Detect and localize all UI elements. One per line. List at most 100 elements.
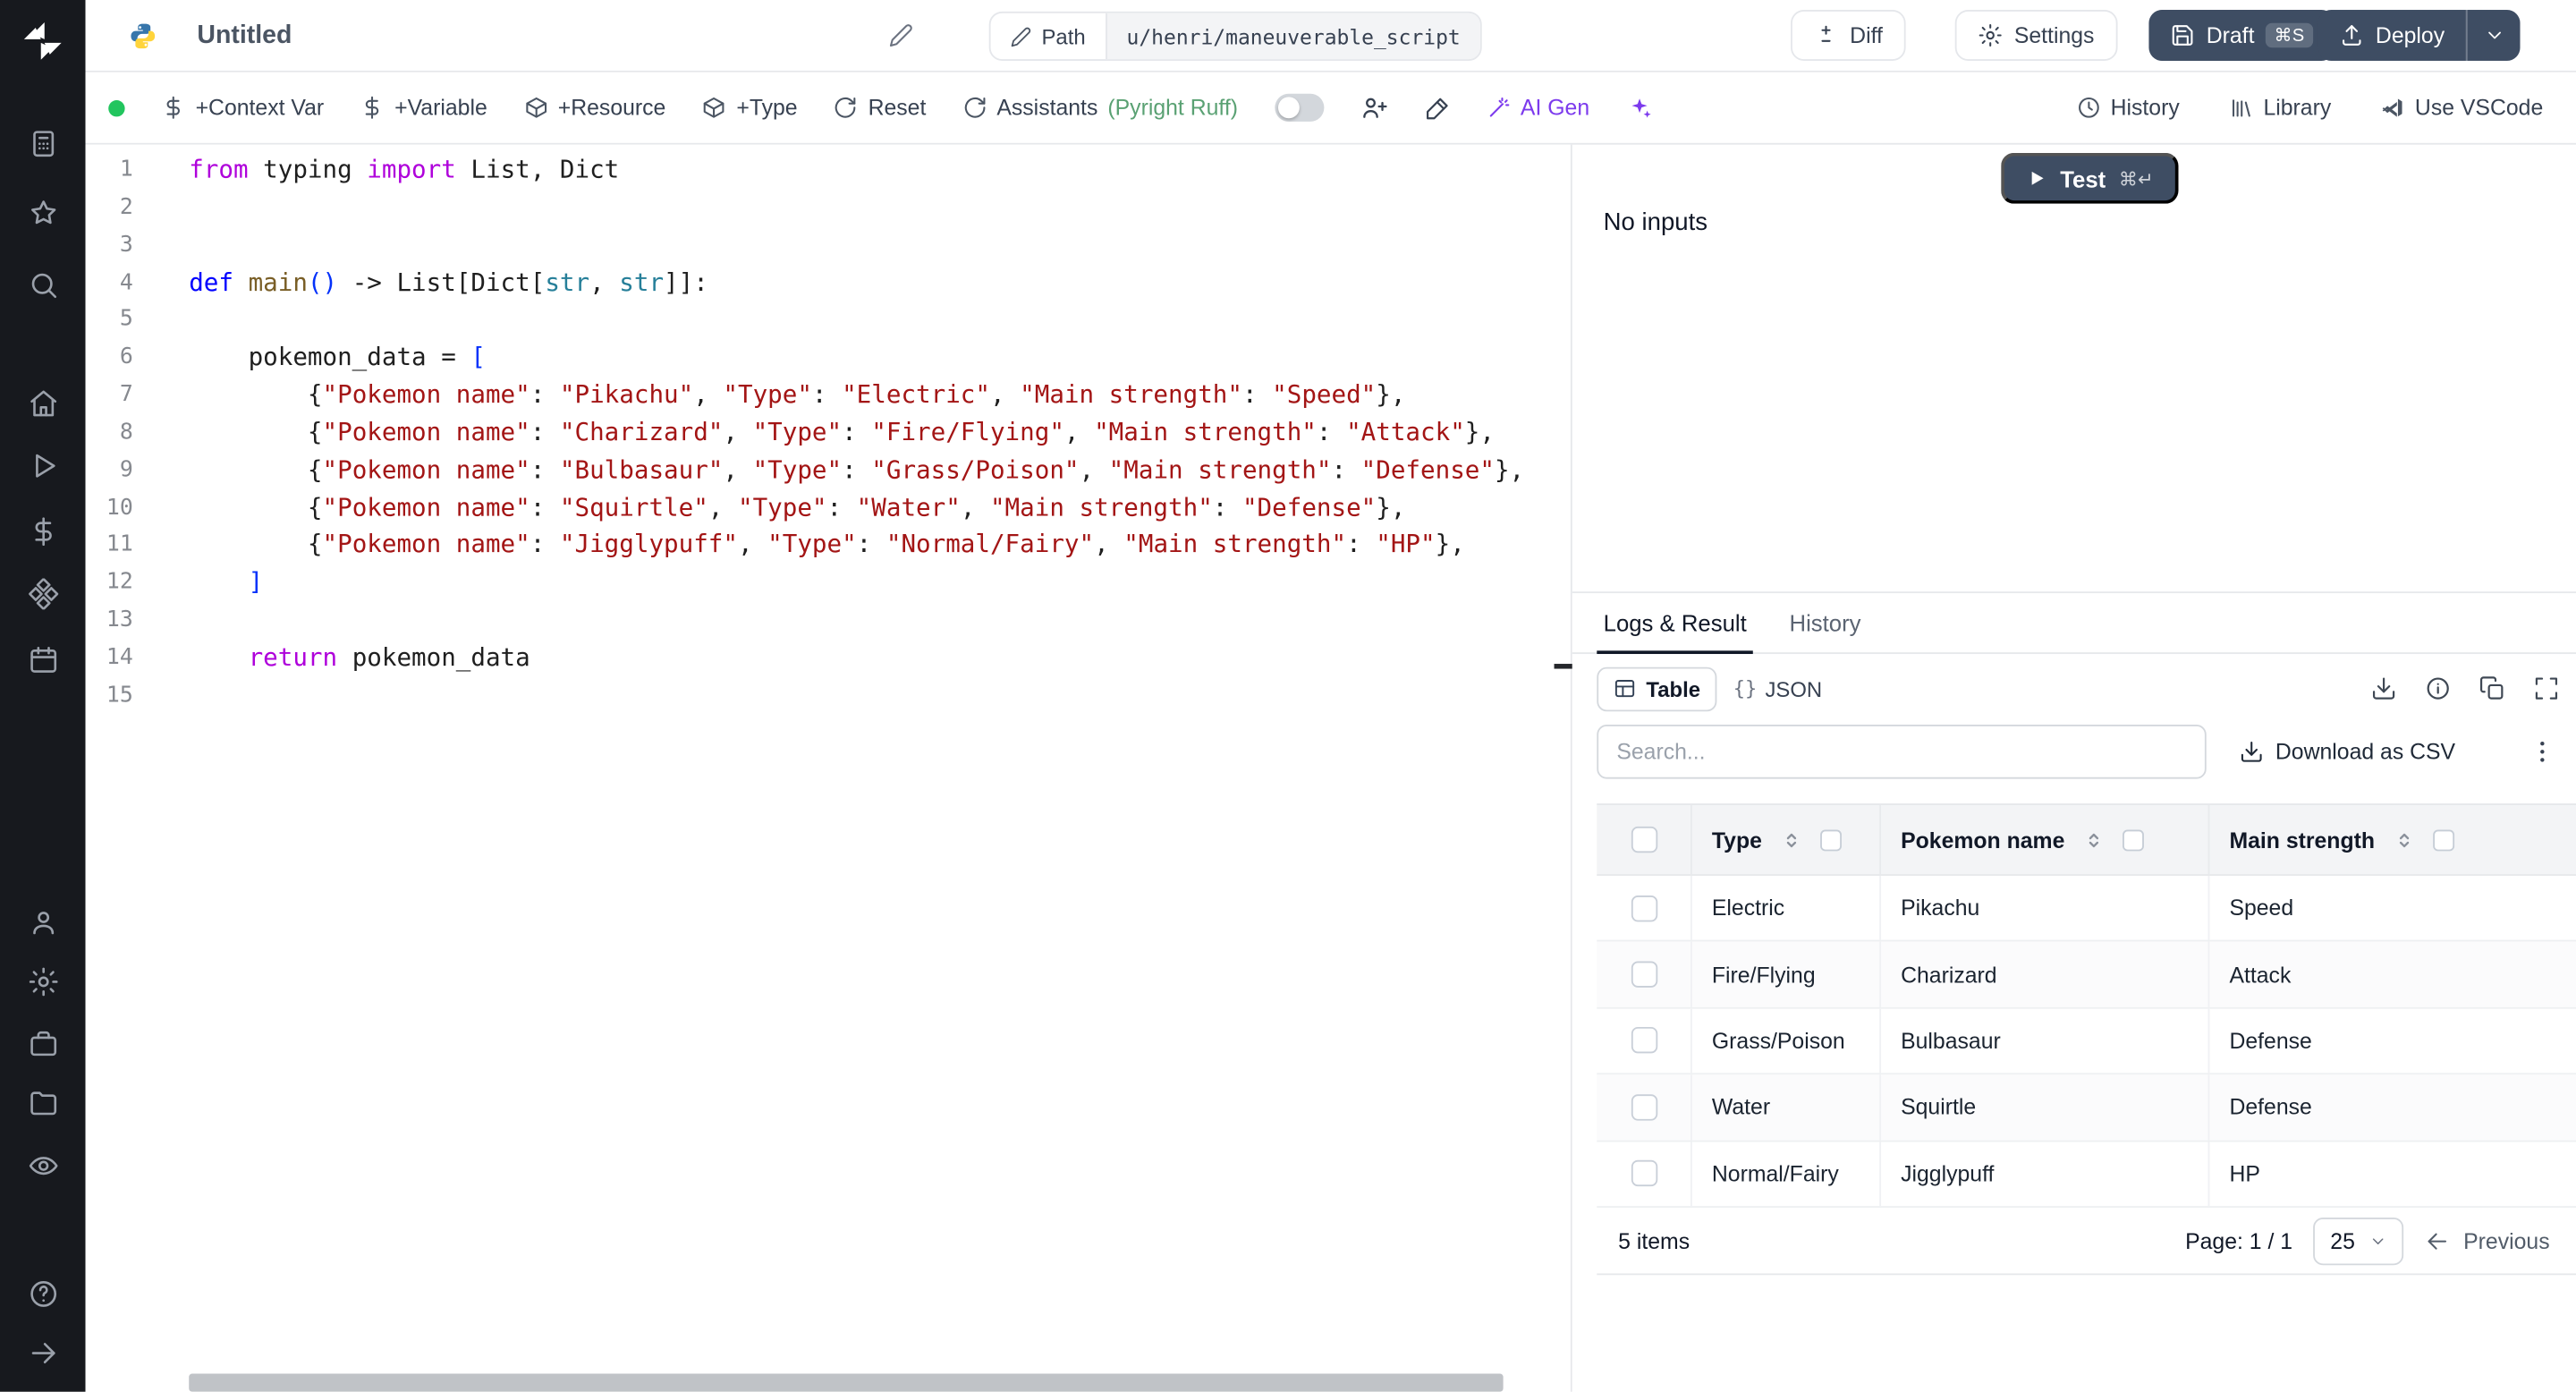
result-table: Type Pokemon name Main strength Electric… (1597, 803, 2576, 1208)
use-vscode-label: Use VSCode (2414, 95, 2544, 121)
sparkles-icon[interactable] (1626, 95, 1652, 121)
line-number: 3 (119, 231, 133, 258)
library-button[interactable]: Library (2229, 96, 2331, 120)
path-value[interactable]: u/henri/maneuverable_script (1105, 13, 1480, 60)
sidebar-item-user-icon[interactable] (27, 907, 58, 938)
row-checkbox-cell (1597, 1141, 1692, 1207)
filter-checkbox[interactable] (1819, 828, 1842, 851)
view-json-button[interactable]: {} JSON (1716, 666, 1838, 711)
download-result-icon[interactable] (2370, 675, 2396, 701)
sidebar-item-home-icon[interactable] (27, 387, 58, 419)
code-line[interactable]: 4 def main() -> List[Dict[str, str]]: (86, 264, 1571, 301)
deploy-menu-button[interactable] (2465, 10, 2521, 61)
expand-icon[interactable] (2533, 675, 2559, 701)
code-line[interactable]: 7 {"Pokemon name": "Pikachu", "Type": "E… (86, 377, 1571, 414)
row-checkbox[interactable] (1630, 895, 1657, 921)
sidebar-item-flows-icon[interactable] (27, 450, 58, 481)
row-checkbox[interactable] (1630, 1027, 1657, 1055)
script-title: Untitled (197, 21, 292, 50)
horizontal-scrollbar[interactable] (189, 1373, 1504, 1392)
select-all-checkbox[interactable] (1630, 826, 1657, 853)
save-icon (2170, 23, 2195, 48)
code-line[interactable]: 1 from typing import List, Dict (86, 151, 1571, 189)
reset-button[interactable]: Reset (834, 96, 926, 120)
add-type-button[interactable]: +Type (702, 96, 798, 121)
filter-checkbox[interactable] (2432, 828, 2454, 851)
copy-result-icon[interactable] (2479, 675, 2505, 701)
sidebar-item-search-icon[interactable] (27, 269, 58, 301)
history-button[interactable]: History (2076, 96, 2180, 120)
row-checkbox[interactable] (1630, 1094, 1657, 1121)
code-line[interactable]: 12 ] (86, 564, 1571, 602)
add-resource-button[interactable]: +Resource (523, 96, 665, 120)
page-size-select[interactable]: 25 (2313, 1217, 2404, 1265)
tab-logs-result[interactable]: Logs & Result (1597, 593, 1754, 655)
sidebar-item-settings-icon[interactable] (27, 966, 58, 997)
row-checkbox[interactable] (1630, 1160, 1657, 1187)
column-header-type[interactable]: Type (1692, 804, 1882, 875)
sort-icon[interactable] (2083, 829, 2105, 851)
view-table-button[interactable]: Table (1597, 666, 1717, 711)
column-header-pokemon-name[interactable]: Pokemon name (1881, 804, 2210, 875)
format-code-icon[interactable] (1424, 95, 1450, 121)
table-row: Water Squirtle Defense (1597, 1074, 2576, 1142)
info-icon[interactable] (2425, 675, 2451, 701)
top-header: Untitled Path u/henri/maneuverable_scrip… (85, 0, 2576, 72)
sidebar-item-audit-icon[interactable] (27, 1150, 58, 1182)
column-header-main-strength[interactable]: Main strength (2209, 805, 2576, 874)
assistants-button[interactable]: Assistants (Pyright Ruff) (962, 96, 1238, 120)
filter-checkbox[interactable] (2122, 828, 2144, 851)
code-line[interactable]: 3 (86, 226, 1571, 264)
sidebar (0, 0, 86, 1392)
sidebar-item-runs-icon[interactable] (27, 128, 58, 159)
sidebar-item-folders-icon[interactable] (27, 1088, 58, 1119)
sidebar-item-resources-icon[interactable] (27, 578, 58, 610)
search-input[interactable] (1597, 724, 2207, 779)
code-line[interactable]: 10 {"Pokemon name": "Squirtle", "Type": … (86, 489, 1571, 527)
test-button[interactable]: Test ⌘↵ (2001, 152, 2179, 204)
sidebar-item-variables-icon[interactable] (27, 516, 58, 547)
more-options-icon[interactable] (2529, 738, 2556, 766)
download-csv-button[interactable]: Download as CSV (2239, 740, 2455, 764)
code-line[interactable]: 5 (86, 301, 1571, 339)
package-icon (702, 96, 727, 121)
path-group[interactable]: Path u/henri/maneuverable_script (988, 11, 1482, 61)
use-vscode-button[interactable]: Use VSCode (2380, 95, 2544, 121)
table-cell: Grass/Poison (1692, 1008, 1882, 1074)
sidebar-item-workers-icon[interactable] (27, 1029, 58, 1060)
line-number: 8 (119, 419, 133, 446)
draft-button[interactable]: Draft ⌘S (2148, 10, 2334, 61)
sort-icon[interactable] (1780, 829, 1801, 851)
sidebar-item-help-icon[interactable] (27, 1278, 58, 1310)
tab-history[interactable]: History (1790, 593, 1861, 652)
sort-icon[interactable] (2393, 829, 2414, 851)
code-line[interactable]: 14 return pokemon_data (86, 639, 1571, 676)
code-line[interactable]: 6 pokemon_data = [ (86, 339, 1571, 377)
path-pencil-icon (1011, 25, 1032, 47)
sidebar-item-schedules-icon[interactable] (27, 644, 58, 675)
row-checkbox[interactable] (1630, 961, 1657, 989)
code-line[interactable]: 8 {"Pokemon name": "Charizard", "Type": … (86, 414, 1571, 452)
path-button[interactable]: Path (991, 13, 1106, 59)
code-editor[interactable]: 1 from typing import List, Dict 2 3 4 def mai… (85, 144, 1571, 1392)
sidebar-item-collapse-icon[interactable] (27, 1337, 58, 1369)
code-line[interactable]: 13 (86, 601, 1571, 639)
rename-pencil-icon[interactable] (889, 23, 914, 48)
users-plus-icon[interactable] (1360, 94, 1387, 122)
sidebar-item-favorites-icon[interactable] (27, 197, 58, 228)
assistant-toggle[interactable] (1274, 93, 1324, 122)
previous-page-button[interactable]: Previous (2426, 1228, 2550, 1253)
diff-button[interactable]: Diff (1791, 10, 1906, 61)
settings-button[interactable]: Settings (1954, 10, 2118, 61)
add-variable-button[interactable]: +Variable (360, 96, 487, 120)
ai-gen-button[interactable]: AI Gen (1486, 96, 1589, 120)
windmill-logo-icon[interactable] (21, 20, 64, 63)
code-line[interactable]: 9 {"Pokemon name": "Bulbasaur", "Type": … (86, 452, 1571, 489)
code-line[interactable]: 2 (86, 189, 1571, 226)
code-line[interactable]: 11 {"Pokemon name": "Jigglypuff", "Type"… (86, 527, 1571, 564)
code-line[interactable]: 15 (86, 676, 1571, 714)
add-context-var-button[interactable]: +Context Var (161, 96, 324, 120)
gear-icon (1978, 23, 2003, 48)
deploy-button[interactable]: Deploy (2318, 10, 2466, 61)
code-text: def main() -> List[Dict[str, str]]: (189, 267, 708, 297)
